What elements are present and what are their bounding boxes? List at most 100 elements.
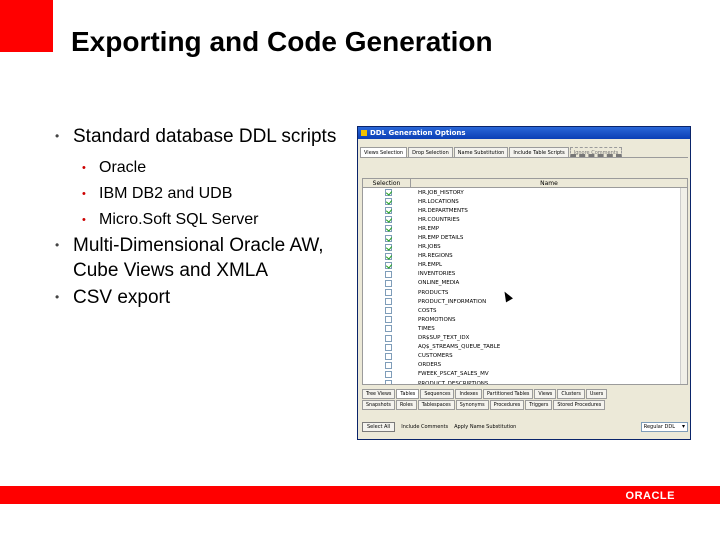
grid-rows: HR.JOB_HISTORY HR.LOCATIONS HR.DEPARTMENTS…	[363, 188, 687, 384]
row-checkbox[interactable]	[385, 207, 392, 215]
table-row[interactable]: INVENTORIES	[363, 270, 687, 279]
table-row[interactable]: HR.LOCATIONS	[363, 197, 687, 206]
tab-include-table-scripts[interactable]: Include Table Scripts	[509, 147, 569, 157]
row-checkbox[interactable]	[385, 298, 392, 306]
row-name: HR.LOCATIONS	[418, 198, 459, 205]
red-corner-accent	[0, 0, 53, 52]
row-checkbox[interactable]	[385, 352, 392, 360]
bottom-tab[interactable]: Tables	[396, 389, 420, 399]
bottom-tab[interactable]: Users	[585, 389, 608, 399]
ddl-type-select[interactable]: Regular DDL	[640, 422, 688, 432]
table-row[interactable]: CUSTOMERS	[363, 352, 687, 361]
tab-ignore-comments[interactable]: Ignore Comments	[569, 147, 623, 157]
bottom-tab[interactable]: Sequences	[420, 389, 455, 399]
window-title: DDL Generation Options	[370, 129, 466, 137]
apply-name-substitution-label[interactable]: Apply Name Substitution	[454, 424, 516, 430]
bullet-item: • Standard database DDL scripts	[55, 124, 355, 149]
row-checkbox[interactable]	[385, 380, 392, 384]
grid-header: Selection Name	[363, 179, 687, 188]
bullet-dot-icon: •	[82, 162, 86, 174]
row-checkbox[interactable]	[385, 279, 392, 287]
row-checkbox[interactable]	[385, 325, 392, 333]
row-checkbox[interactable]	[385, 307, 392, 315]
bottom-tab[interactable]: Synonyms	[455, 400, 489, 410]
table-row[interactable]: HR.EMP DETAILS	[363, 233, 687, 242]
bullet-item: • CSV export	[55, 285, 355, 310]
tab-views-selection[interactable]: Views Selection	[360, 147, 408, 157]
bullet-list: • Standard database DDL scripts • Oracle…	[55, 124, 355, 312]
bottom-tab[interactable]: Procedures	[489, 400, 525, 410]
sub-bullet-item: • Micro.Soft SQL Server	[55, 207, 355, 233]
row-name: HR.DEPARTMENTS	[418, 207, 468, 214]
bottom-tab[interactable]: Roles	[395, 400, 417, 410]
row-checkbox[interactable]	[385, 343, 392, 351]
sub-bullet-text: Oracle	[99, 159, 147, 176]
table-row[interactable]: HR.COUNTRIES	[363, 215, 687, 224]
column-header-selection[interactable]: Selection	[363, 179, 411, 187]
bottom-tab[interactable]: Tree Views	[362, 389, 396, 399]
table-row[interactable]: FWEEK_PSCAT_SALES_MV	[363, 370, 687, 379]
row-name: ONLINE_MEDIA	[418, 280, 460, 287]
table-row[interactable]: HR.JOB_HISTORY	[363, 188, 687, 197]
bottom-tab[interactable]: Stored Procedures	[553, 400, 606, 410]
bullet-item: • Multi-Dimensional Oracle AW, Cube View…	[55, 233, 355, 283]
table-row[interactable]: TIMES	[363, 324, 687, 333]
table-row[interactable]: HR.JOBS	[363, 243, 687, 252]
table-row[interactable]: HR.REGIONS	[363, 252, 687, 261]
row-checkbox[interactable]	[385, 198, 392, 206]
table-row[interactable]: PRODUCTS	[363, 288, 687, 297]
row-checkbox[interactable]	[385, 261, 392, 269]
row-name: HR.JOBS	[418, 244, 441, 251]
row-name: DR$SUP_TEXT_IDX	[418, 335, 470, 342]
table-row[interactable]: AQ$_STREAMS_QUEUE_TABLE	[363, 343, 687, 352]
row-checkbox[interactable]	[385, 316, 392, 324]
select-all-button[interactable]: Select All	[362, 422, 396, 432]
bullet-dot-icon: •	[82, 214, 86, 226]
table-row[interactable]: PRODUCT_INFORMATION	[363, 297, 687, 306]
tab-drop-selection[interactable]: Drop Selection	[408, 147, 453, 157]
row-checkbox[interactable]	[385, 216, 392, 224]
table-row[interactable]: HR.EMP	[363, 224, 687, 233]
bottom-tab[interactable]: Partitioned Tables	[483, 389, 534, 399]
slide-title: Exporting and Code Generation	[71, 26, 493, 57]
bullet-text: Standard database DDL scripts	[73, 126, 337, 147]
table-row[interactable]: HR.DEPARTMENTS	[363, 206, 687, 215]
row-checkbox[interactable]	[385, 370, 392, 378]
row-name: HR.EMP	[418, 225, 440, 232]
include-comments-label[interactable]: Include Comments	[401, 424, 448, 430]
row-name: TIMES	[418, 325, 435, 332]
table-row[interactable]: ORDERS	[363, 361, 687, 370]
ddl-options-screenshot: DDL Generation Options Views Selection D…	[357, 126, 691, 440]
table-row[interactable]: HR.EMPL	[363, 261, 687, 270]
bottom-tab[interactable]: Clusters	[557, 389, 585, 399]
bullet-dot-icon: •	[55, 129, 60, 143]
table-row[interactable]: PROMOTIONS	[363, 315, 687, 324]
row-checkbox[interactable]	[385, 361, 392, 369]
row-name: HR.EMPL	[418, 262, 443, 269]
row-checkbox[interactable]	[385, 225, 392, 233]
row-name: HR.EMP DETAILS	[418, 235, 464, 242]
row-checkbox[interactable]	[385, 270, 392, 278]
bottom-toolbar: Select All Include Comments Apply Name S…	[362, 419, 688, 435]
row-name: PRODUCTS	[418, 289, 449, 296]
sub-bullet-text: IBM DB2 and UDB	[99, 185, 233, 202]
table-row[interactable]: COSTS	[363, 306, 687, 315]
vertical-scrollbar[interactable]	[680, 188, 687, 384]
row-checkbox[interactable]	[385, 234, 392, 242]
table-row[interactable]: DR$SUP_TEXT_IDX	[363, 334, 687, 343]
row-checkbox[interactable]	[385, 189, 392, 197]
bullet-dot-icon: •	[55, 290, 60, 304]
bottom-tab[interactable]: Indexes	[455, 389, 482, 399]
row-checkbox[interactable]	[385, 289, 392, 297]
row-checkbox[interactable]	[385, 243, 392, 251]
bottom-tab[interactable]: Triggers	[525, 400, 553, 410]
bottom-tab[interactable]: Tablespaces	[417, 400, 455, 410]
row-checkbox[interactable]	[385, 334, 392, 342]
tab-name-substitution[interactable]: Name Substitution	[453, 147, 509, 157]
column-header-name[interactable]: Name	[411, 179, 687, 187]
bottom-tab[interactable]: Snapshots	[362, 400, 395, 410]
table-row[interactable]: PRODUCT_DESCRIPTIONS	[363, 379, 687, 384]
bottom-tab[interactable]: Views	[534, 389, 557, 399]
row-checkbox[interactable]	[385, 252, 392, 260]
table-row[interactable]: ONLINE_MEDIA	[363, 279, 687, 288]
